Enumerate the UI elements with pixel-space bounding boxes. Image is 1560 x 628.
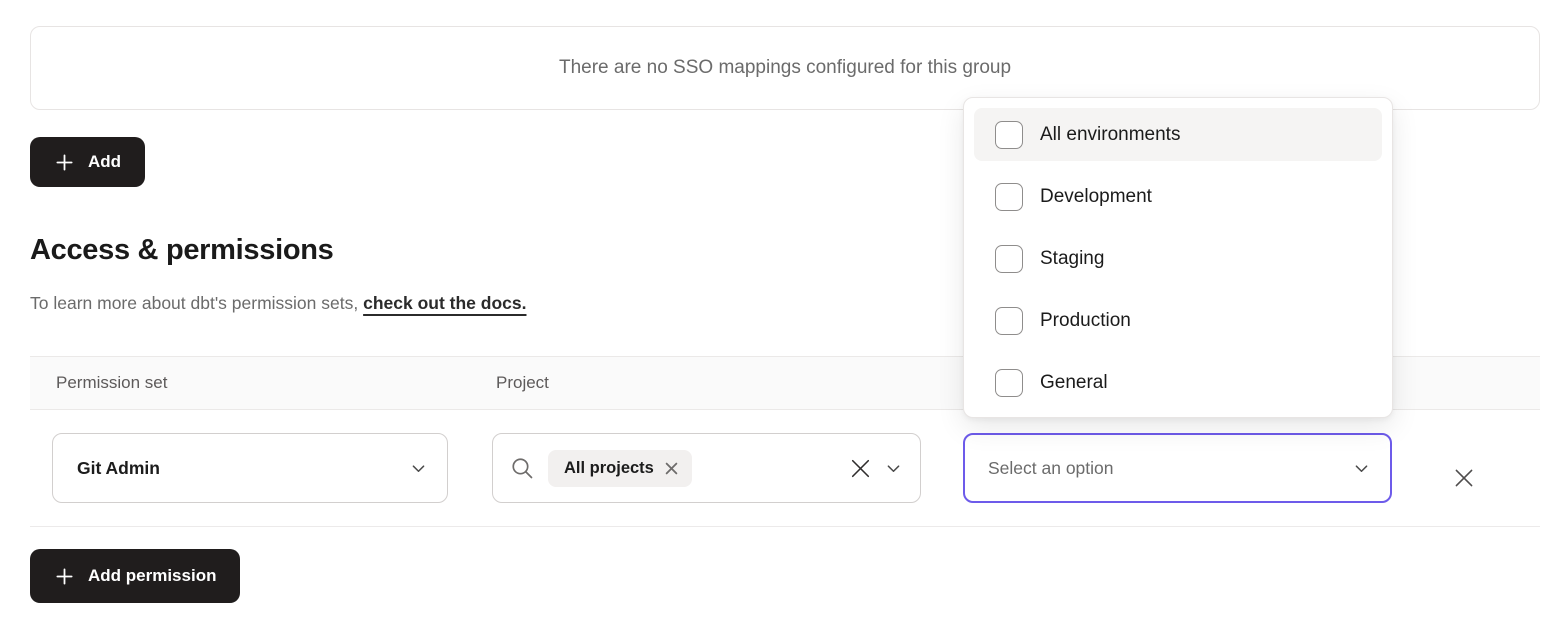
plus-icon <box>54 566 75 587</box>
clear-selection-x-icon[interactable] <box>848 456 873 481</box>
description-text: To learn more about dbt's permission set… <box>30 293 358 313</box>
add-sso-mapping-button[interactable]: Add <box>30 137 145 187</box>
add-permission-button[interactable]: Add permission <box>30 549 240 603</box>
chevron-down-icon <box>410 460 427 477</box>
checkbox[interactable] <box>995 369 1023 397</box>
docs-link[interactable]: check out the docs. <box>363 293 526 313</box>
env-option-label: General <box>1040 372 1108 394</box>
sso-empty-message: There are no SSO mappings configured for… <box>559 57 1011 79</box>
env-option-label: All environments <box>1040 124 1180 146</box>
column-header-permission-set: Permission set <box>56 357 167 409</box>
project-tag-label: All projects <box>564 459 654 478</box>
project-tag: All projects <box>548 450 692 487</box>
env-option-all-environments[interactable]: All environments <box>974 108 1382 161</box>
permission-set-select[interactable]: Git Admin <box>52 433 448 503</box>
env-option-label: Development <box>1040 186 1152 208</box>
checkbox[interactable] <box>995 245 1023 273</box>
chevron-down-icon <box>1353 460 1370 477</box>
env-option-development[interactable]: Development <box>974 170 1382 223</box>
env-option-label: Staging <box>1040 248 1104 270</box>
checkbox[interactable] <box>995 307 1023 335</box>
tag-remove-x-icon[interactable] <box>665 462 678 475</box>
project-multiselect[interactable]: All projects <box>492 433 921 503</box>
env-option-label: Production <box>1040 310 1131 332</box>
env-option-production[interactable]: Production <box>974 294 1382 347</box>
checkbox[interactable] <box>995 183 1023 211</box>
environment-select[interactable]: Select an option <box>963 433 1392 503</box>
add-button-label: Add <box>88 152 121 172</box>
permission-set-value: Git Admin <box>77 458 410 479</box>
section-description: To learn more about dbt's permission set… <box>30 293 526 314</box>
chevron-down-icon[interactable] <box>885 460 902 477</box>
group-settings-page: There are no SSO mappings configured for… <box>0 0 1560 628</box>
env-option-general[interactable]: General <box>974 356 1382 409</box>
page-title: Access & permissions <box>30 234 334 267</box>
search-icon <box>509 455 536 482</box>
permission-table-row: Git Admin All projects <box>30 410 1540 527</box>
env-option-staging[interactable]: Staging <box>974 232 1382 285</box>
environment-dropdown-panel: All environments Development Staging Pro… <box>963 97 1393 418</box>
remove-permission-row-x-icon[interactable] <box>1444 458 1484 498</box>
add-permission-label: Add permission <box>88 566 216 586</box>
environment-placeholder: Select an option <box>988 458 1353 479</box>
plus-icon <box>54 152 75 173</box>
column-header-project: Project <box>496 357 549 409</box>
checkbox[interactable] <box>995 121 1023 149</box>
